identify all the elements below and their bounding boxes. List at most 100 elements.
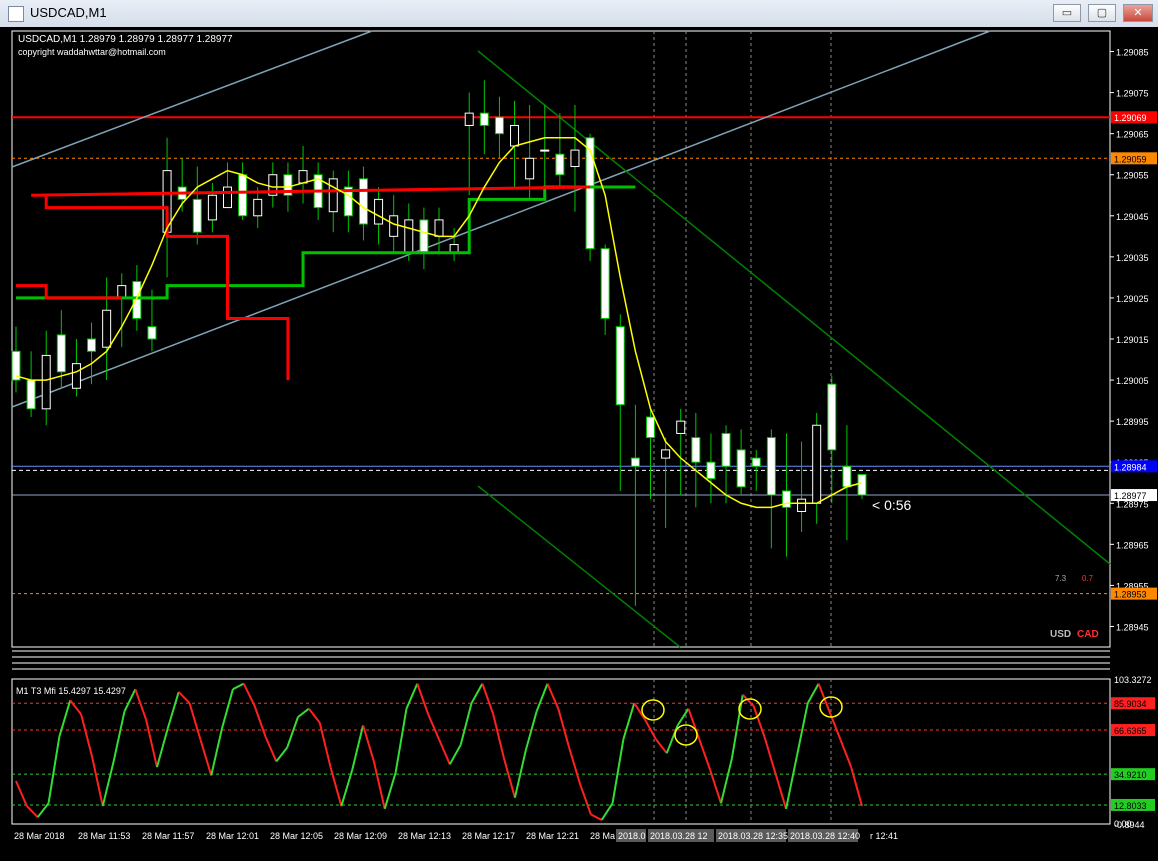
candle-body-2 — [41, 354, 51, 410]
candle-body-37 — [570, 149, 580, 168]
price-tag-label-3: 1.28977 — [1114, 491, 1147, 501]
candle-body-35 — [540, 149, 550, 152]
candle-body-38 — [585, 137, 595, 250]
candle-body-39 — [600, 248, 610, 319]
price-tick-label-12: 1.28965 — [1116, 540, 1149, 550]
close-button[interactable]: ✕ — [1123, 4, 1153, 22]
mfi-tick-label-2: 66.6365 — [1114, 726, 1147, 736]
candle-body-8 — [132, 281, 142, 319]
price-tag-label-1: 1.29059 — [1114, 154, 1147, 164]
mfi-tick-label-4: 12.8033 — [1114, 801, 1147, 811]
candle-body-23 — [358, 178, 368, 225]
time-label-11: 2018.03.28 12 — [650, 831, 708, 841]
candle-body-14 — [223, 186, 232, 209]
base-currency-label: USD — [1050, 629, 1071, 640]
price-tick-label-2: 1.29065 — [1116, 130, 1149, 140]
price-tick-label-14: 1.28945 — [1116, 622, 1149, 632]
candle-body-3 — [56, 334, 66, 373]
candle-body-34 — [525, 157, 535, 180]
candle-body-16 — [253, 198, 263, 217]
candle-body-12 — [192, 198, 202, 233]
candle-body-31 — [479, 112, 489, 126]
candle-body-36 — [555, 153, 565, 176]
time-label-0: 28 Mar 2018 — [14, 831, 65, 841]
minimize-button[interactable]: ▭ — [1053, 4, 1081, 22]
price-tick-label-4: 1.29045 — [1116, 212, 1149, 222]
candle-body-5 — [87, 338, 97, 352]
candle-body-40 — [615, 326, 625, 406]
time-label-4: 28 Mar 12:05 — [270, 831, 323, 841]
candle-body-7 — [117, 285, 127, 299]
candle-body-24 — [374, 198, 384, 225]
price-tag-label-4: 1.28953 — [1114, 590, 1147, 600]
indicator-header: M1 T3 Mfi 15.4297 15.4297 — [16, 686, 126, 696]
candle-body-33 — [510, 124, 520, 147]
chart-area[interactable]: 1.29085 1.29075 1.29065 1.29055 1.29045 1.290… — [0, 27, 1158, 861]
candle-body-6 — [102, 309, 112, 348]
price-tick-label-7: 1.29015 — [1116, 335, 1149, 345]
price-tick-label-8: 1.29005 — [1116, 376, 1149, 386]
candle-body-44 — [676, 420, 686, 434]
chart-window: USDCAD,M1 ▭ ▢ ✕ 1.29085 1.29075 1.29065 1.2… — [0, 0, 1158, 861]
legend-value-b: 0.7 — [1082, 574, 1094, 583]
candle-body-32 — [494, 116, 504, 135]
candle-body-51 — [781, 490, 791, 508]
time-label-9: 28 Ma — [590, 831, 615, 841]
candle-body-47 — [721, 432, 731, 467]
candle-body-28 — [434, 219, 444, 237]
candle-body-48 — [736, 449, 746, 488]
candle-body-46 — [706, 461, 716, 480]
candle-body-49 — [751, 457, 761, 467]
price-tick-label-3: 1.29055 — [1116, 171, 1149, 181]
legend-value-a: 7.3 — [1055, 574, 1067, 583]
time-label-6: 28 Mar 12:13 — [398, 831, 451, 841]
mfi-tick-label-6: -0.8944 — [1114, 820, 1145, 830]
time-label-5: 28 Mar 12:09 — [334, 831, 387, 841]
candle-body-50 — [766, 437, 776, 496]
candle-body-41 — [630, 457, 640, 467]
candle-body-0 — [11, 350, 21, 381]
time-label-2: 28 Mar 11:57 — [142, 831, 194, 841]
candle-body-55 — [842, 465, 852, 488]
candle-body-53 — [812, 424, 822, 504]
title-bar[interactable]: USDCAD,M1 ▭ ▢ ✕ — [0, 0, 1158, 28]
price-tick-label-5: 1.29035 — [1116, 253, 1149, 263]
candle-body-4 — [71, 363, 81, 389]
mfi-tick-label-1: 85.9034 — [1114, 699, 1147, 709]
time-label-13: 2018.03.28 12:40 — [790, 831, 860, 841]
chart-window-icon — [8, 6, 24, 22]
candle-body-54 — [827, 383, 837, 451]
copyright-text: copyright waddahwttar@hotmail.com — [18, 47, 166, 57]
quote-currency-label: CAD — [1077, 629, 1099, 640]
candle-body-19 — [298, 170, 308, 184]
countdown-timer: < 0:56 — [872, 497, 912, 513]
price-tag-label-2: 1.28984 — [1114, 462, 1147, 472]
time-label-8: 28 Mar 12:21 — [526, 831, 579, 841]
candle-body-25 — [389, 215, 399, 237]
time-label-7: 28 Mar 12:17 — [462, 831, 515, 841]
time-label-10: 2018.0 — [618, 831, 646, 841]
restore-button[interactable]: ▢ — [1088, 4, 1116, 22]
price-tick-label-9: 1.28995 — [1116, 417, 1149, 427]
candle-body-42 — [646, 416, 655, 439]
price-tick-label-6: 1.29025 — [1116, 294, 1149, 304]
candle-body-56 — [857, 474, 867, 496]
window-title: USDCAD,M1 — [30, 5, 107, 20]
chart-header: USDCAD,M1 1.28979 1.28979 1.28977 1.2897… — [18, 34, 233, 45]
price-tick-label-1: 1.29075 — [1116, 89, 1149, 99]
candle-body-30 — [464, 112, 474, 126]
candle-body-26 — [404, 219, 414, 254]
candle-body-21 — [328, 178, 338, 213]
candle-body-45 — [691, 437, 701, 463]
candle-body-13 — [207, 194, 217, 221]
mfi-tick-label-3: 34.9210 — [1114, 770, 1147, 780]
time-label-12: 2018.03.28 12:35 — [718, 831, 788, 841]
time-label-3: 28 Mar 12:01 — [206, 831, 259, 841]
time-label-1: 28 Mar 11:53 — [78, 831, 130, 841]
candle-body-27 — [419, 219, 429, 254]
candle-body-15 — [238, 174, 248, 217]
candle-body-43 — [661, 449, 671, 459]
price-tag-label-0: 1.29069 — [1114, 113, 1147, 123]
time-label-14: r 12:41 — [870, 831, 898, 841]
price-tick-label-0: 1.29085 — [1116, 48, 1149, 58]
